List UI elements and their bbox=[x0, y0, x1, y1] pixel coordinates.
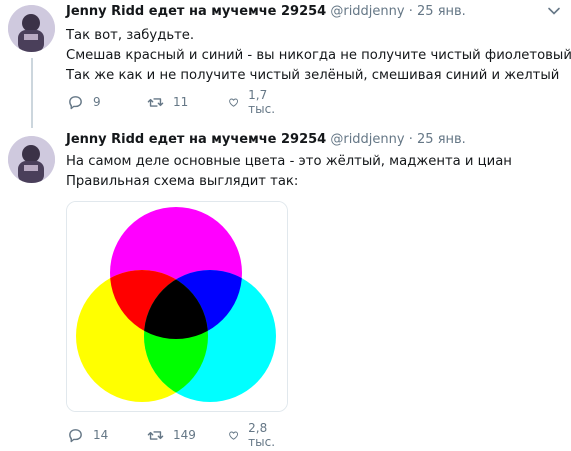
retweet-button[interactable]: 11 bbox=[147, 92, 188, 112]
like-icon bbox=[229, 431, 239, 440]
tweet-text: На самом деле основные цвета - это жёлты… bbox=[66, 152, 561, 192]
tweet-date[interactable]: 25 янв. bbox=[417, 4, 466, 19]
tweet-content: Jenny Ridd едет на мучемче 29254 @riddje… bbox=[66, 128, 561, 192]
thread-connector-line bbox=[31, 58, 33, 128]
avatar-image bbox=[8, 136, 55, 183]
like-count: 2,8 тыс. bbox=[248, 421, 276, 449]
tweet-line: Так же как и не получите чистый зелёный,… bbox=[66, 68, 560, 83]
separator-dot: · bbox=[408, 132, 413, 147]
like-button[interactable]: 2,8 тыс. bbox=[228, 421, 281, 449]
reply-icon bbox=[69, 95, 82, 109]
retweet-count: 149 bbox=[173, 428, 196, 442]
tweet-date[interactable]: 25 янв. bbox=[417, 132, 466, 147]
avatar-image bbox=[8, 5, 55, 52]
tweet-image[interactable] bbox=[66, 201, 288, 412]
avatar[interactable] bbox=[8, 5, 55, 52]
like-button[interactable]: 1,7 тыс. bbox=[228, 88, 281, 116]
tweet-line: Правильная схема выглядит так: bbox=[66, 174, 299, 189]
reply-button[interactable]: 14 bbox=[67, 425, 108, 445]
retweet-icon bbox=[147, 97, 164, 107]
author-name[interactable]: Jenny Ridd едет на мучемче 29254 bbox=[66, 4, 326, 19]
tweet-line: На самом деле основные цвета - это жёлты… bbox=[66, 154, 512, 169]
chevron-down-icon[interactable] bbox=[547, 4, 561, 18]
author-handle[interactable]: @riddjenny bbox=[330, 132, 404, 147]
reply-count: 9 bbox=[93, 95, 101, 109]
cmy-color-diagram bbox=[67, 202, 287, 411]
tweet-line: Так вот, забудьте. bbox=[66, 28, 195, 43]
like-icon bbox=[229, 98, 239, 107]
avatar[interactable] bbox=[8, 136, 55, 183]
tweet-header: Jenny Ridd едет на мучемче 29254 @riddje… bbox=[66, 128, 561, 152]
reply-count: 14 bbox=[93, 428, 109, 442]
retweet-icon bbox=[147, 430, 164, 440]
reply-button[interactable]: 9 bbox=[67, 92, 101, 112]
tweet-header: Jenny Ridd едет на мучемче 29254 @riddje… bbox=[66, 0, 561, 24]
tweet-content: Jenny Ridd едет на мучемче 29254 @riddje… bbox=[66, 0, 571, 86]
reply-icon bbox=[69, 428, 82, 442]
author-name[interactable]: Jenny Ridd едет на мучемче 29254 bbox=[66, 132, 326, 147]
author-handle[interactable]: @riddjenny bbox=[330, 4, 404, 19]
retweet-button[interactable]: 149 bbox=[147, 425, 196, 445]
tweet-line: Смешав красный и синий - вы никогда не п… bbox=[66, 48, 571, 63]
like-count: 1,7 тыс. bbox=[248, 88, 276, 116]
retweet-count: 11 bbox=[173, 95, 189, 109]
tweet-text: Так вот, забудьте. Смешав красный и сини… bbox=[66, 26, 571, 86]
separator-dot: · bbox=[408, 4, 413, 19]
